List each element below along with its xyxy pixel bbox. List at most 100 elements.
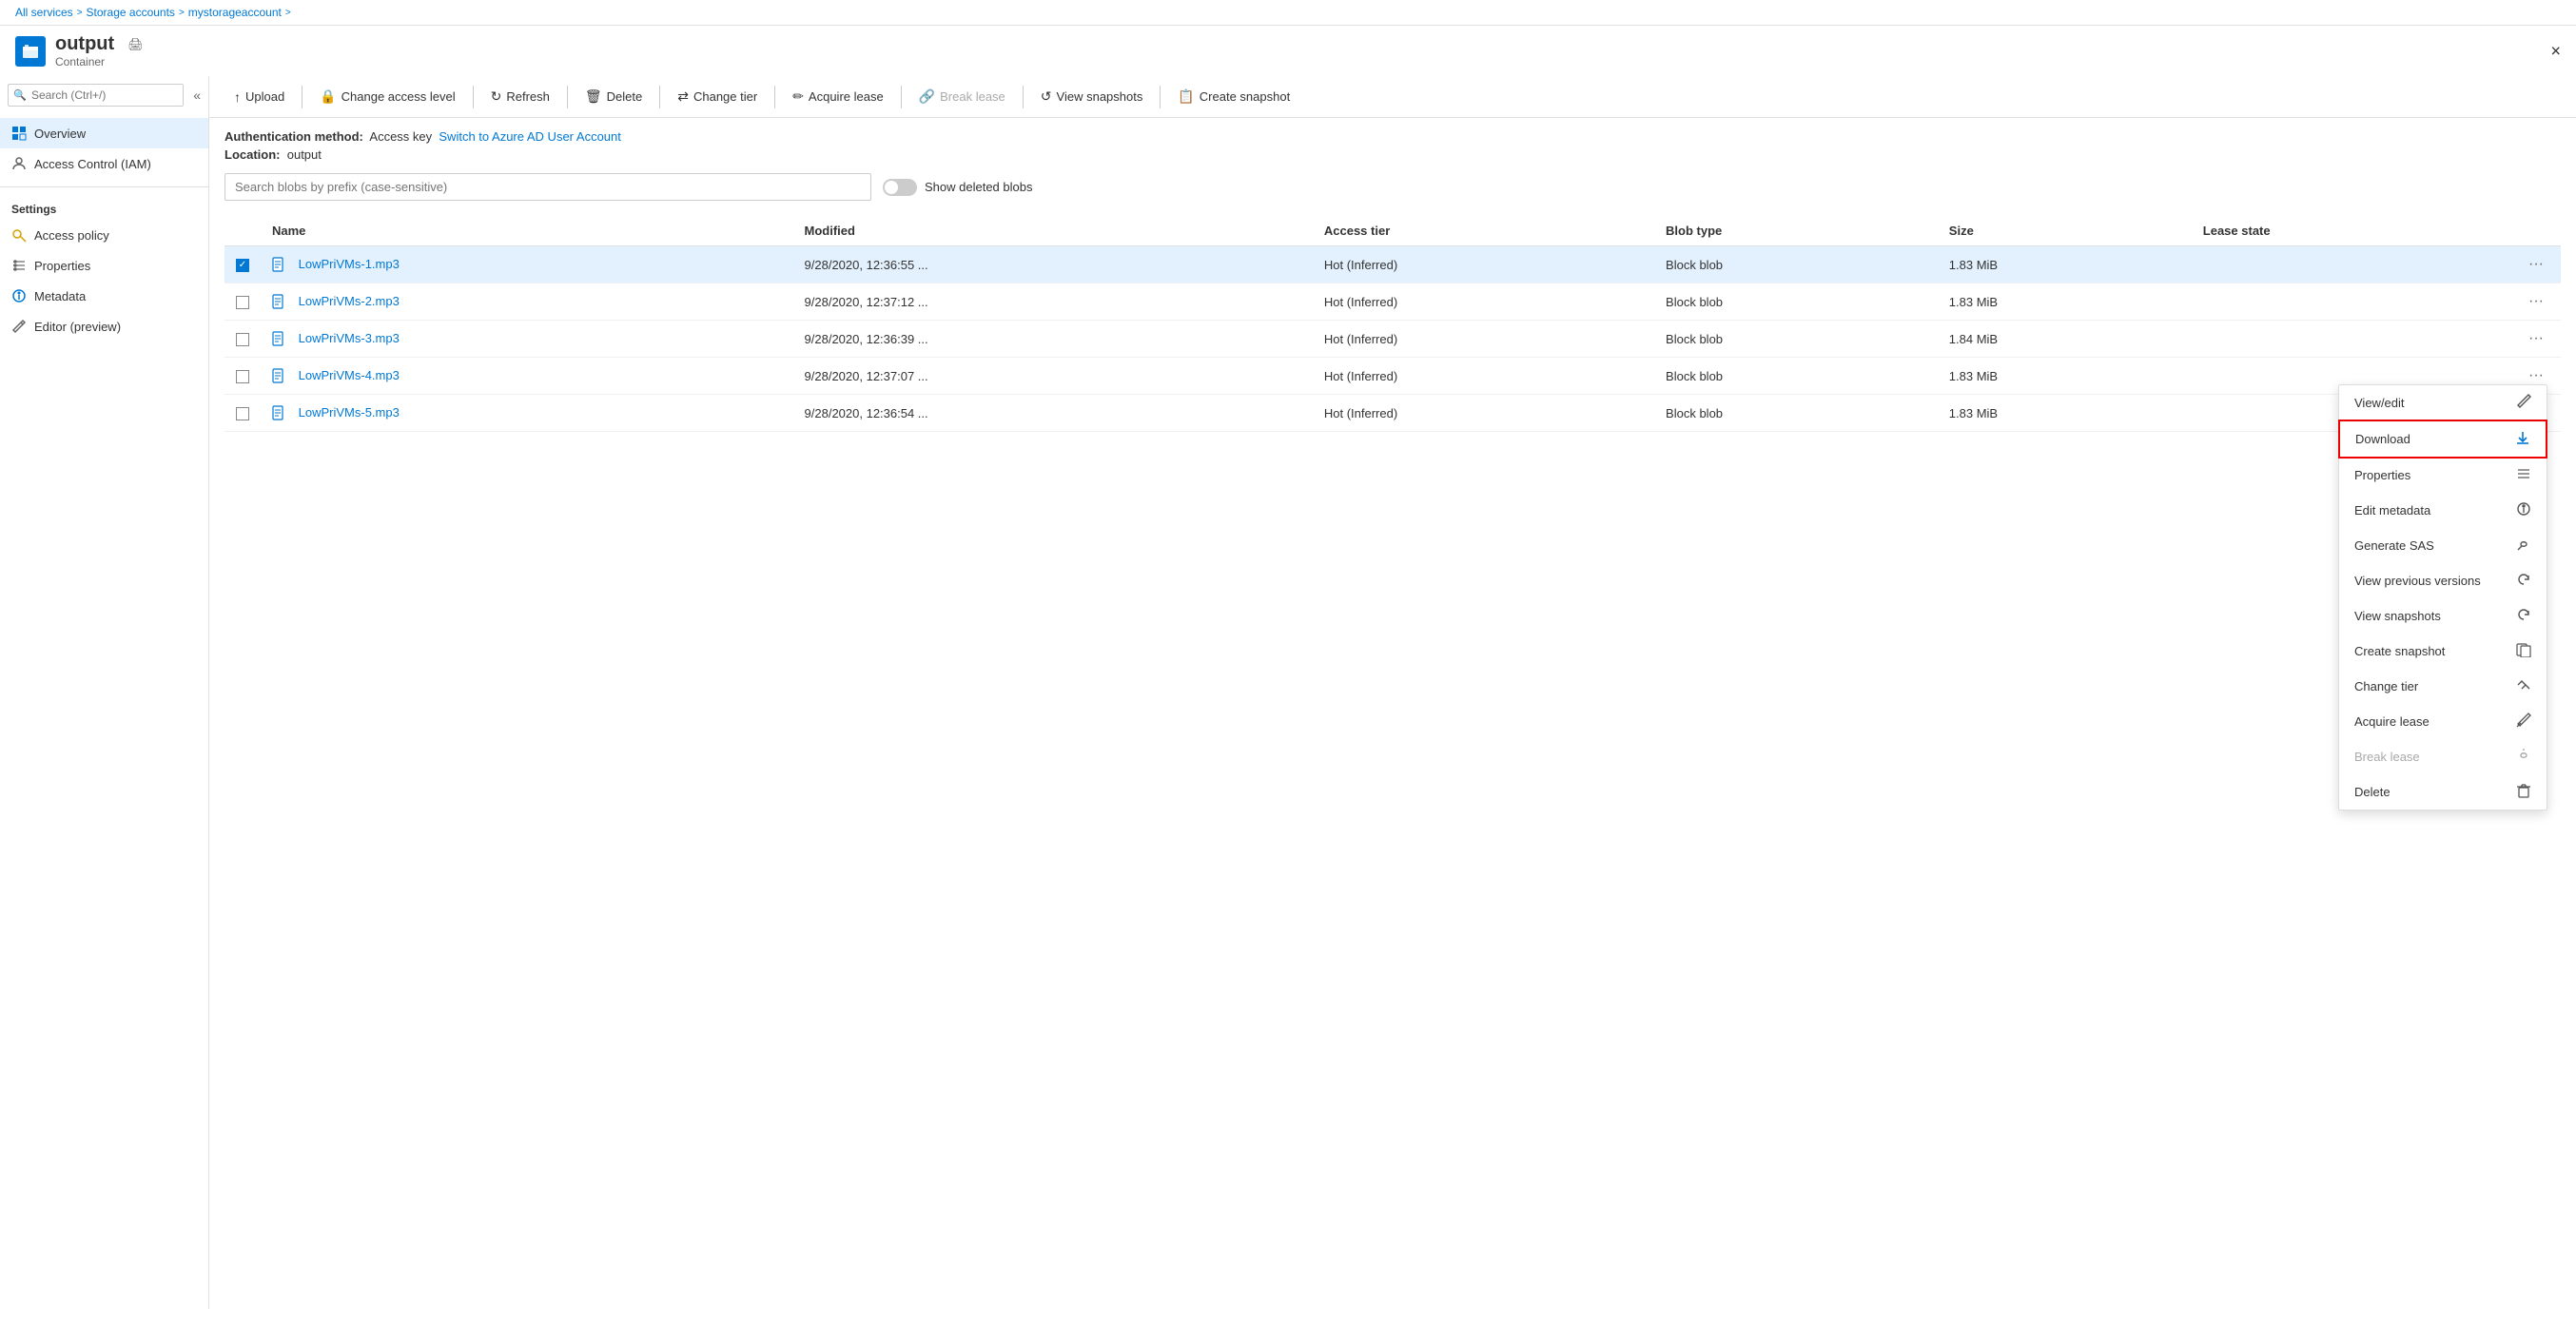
lock-icon: 🔒 <box>320 88 336 105</box>
ctx-label-break-lease: Break lease <box>2354 750 2420 764</box>
row-checkbox-4[interactable] <box>236 407 249 420</box>
change-access-button[interactable]: 🔒 Change access level <box>310 84 464 109</box>
file-name-2[interactable]: LowPriVMs-3.mp3 <box>299 331 400 345</box>
settings-section-label: Settings <box>0 191 208 220</box>
file-icon-0 <box>272 257 293 271</box>
ctx-label-edit-metadata: Edit metadata <box>2354 503 2430 518</box>
col-modified[interactable]: Modified <box>793 216 1313 246</box>
size-1: 1.83 MiB <box>1938 283 2192 321</box>
toolbar: ↑ Upload 🔒 Change access level ↻ Refresh… <box>209 76 2576 118</box>
delete-icon: 🗑 <box>585 88 602 105</box>
lease-state-2 <box>2192 321 2511 358</box>
break-lease-button[interactable]: 🔗 Break lease <box>909 84 1015 109</box>
file-icon-3 <box>272 368 293 382</box>
sidebar-item-editor[interactable]: Editor (preview) <box>0 311 208 342</box>
ctx-item-view-snapshots[interactable]: View snapshots <box>2339 598 2547 634</box>
sidebar-item-overview[interactable]: Overview <box>0 118 208 148</box>
ctx-item-change-tier[interactable]: Change tier <box>2339 669 2547 704</box>
acquire-lease-icon: ✏ <box>792 88 804 105</box>
more-options-2[interactable]: ··· <box>2523 328 2549 349</box>
main-content: ↑ Upload 🔒 Change access level ↻ Refresh… <box>209 76 2576 1309</box>
sidebar-item-properties[interactable]: Properties <box>0 250 208 281</box>
break-lease-icon: 🔗 <box>919 88 935 105</box>
more-options-0[interactable]: ··· <box>2523 254 2549 275</box>
file-name-4[interactable]: LowPriVMs-5.mp3 <box>299 405 400 420</box>
upload-label: Upload <box>245 89 284 104</box>
blob-type-3: Block blob <box>1654 358 1938 395</box>
more-options-1[interactable]: ··· <box>2523 291 2549 312</box>
view-snapshots-button[interactable]: ↺ View snapshots <box>1031 84 1153 109</box>
change-tier-button[interactable]: ⇄ Change tier <box>668 84 767 109</box>
ctx-icon-create-snapshot <box>2516 642 2531 660</box>
file-name-3[interactable]: LowPriVMs-4.mp3 <box>299 368 400 382</box>
ctx-item-download[interactable]: Download <box>2338 420 2547 459</box>
overview-icon <box>11 126 27 141</box>
file-icon-2 <box>272 331 293 345</box>
file-icon-1 <box>272 294 293 308</box>
ctx-item-properties[interactable]: Properties <box>2339 458 2547 493</box>
table-row: LowPriVMs-5.mp3 9/28/2020, 12:36:54 ... … <box>224 395 2561 432</box>
content-area: Authentication method: Access key Switch… <box>209 118 2576 1309</box>
breadcrumb-mystorageaccount[interactable]: mystorageaccount <box>188 6 282 19</box>
col-access-tier[interactable]: Access tier <box>1313 216 1654 246</box>
upload-button[interactable]: ↑ Upload <box>224 85 294 109</box>
sidebar-item-iam[interactable]: Access Control (IAM) <box>0 148 208 179</box>
row-checkbox-1[interactable] <box>236 296 249 309</box>
sidebar: 🔍 « Overview Access Control (IAM) Settin… <box>0 76 209 1309</box>
col-size[interactable]: Size <box>1938 216 2192 246</box>
sidebar-search-input[interactable] <box>8 84 184 107</box>
modified-0: 9/28/2020, 12:36:55 ... <box>793 246 1313 283</box>
context-menu: View/edit Download Properties Edit metad… <box>2338 384 2547 810</box>
ctx-item-edit-metadata[interactable]: Edit metadata <box>2339 493 2547 528</box>
size-4: 1.83 MiB <box>1938 395 2192 432</box>
ctx-item-create-snapshot[interactable]: Create snapshot <box>2339 634 2547 669</box>
more-options-3[interactable]: ··· <box>2523 365 2549 386</box>
ctx-icon-view-snapshots <box>2516 607 2531 625</box>
sidebar-item-access-policy[interactable]: Access policy <box>0 220 208 250</box>
col-name[interactable]: Name <box>261 216 793 246</box>
close-button[interactable]: × <box>2550 41 2561 61</box>
metadata-label: Metadata <box>34 289 86 303</box>
row-checkbox-0[interactable]: ✓ <box>236 259 249 272</box>
sidebar-item-metadata[interactable]: Metadata <box>0 281 208 311</box>
size-3: 1.83 MiB <box>1938 358 2192 395</box>
properties-icon <box>11 258 27 273</box>
col-lease-state[interactable]: Lease state <box>2192 216 2511 246</box>
create-snapshot-button[interactable]: 📋 Create snapshot <box>1168 84 1299 109</box>
breadcrumb-storage-accounts[interactable]: Storage accounts <box>87 6 175 19</box>
iam-icon <box>11 156 27 171</box>
show-deleted-toggle[interactable] <box>883 179 917 196</box>
blob-search-input[interactable] <box>224 173 871 201</box>
auth-method-line: Authentication method: Access key Switch… <box>224 129 2561 144</box>
ctx-item-acquire-lease[interactable]: Acquire lease <box>2339 704 2547 739</box>
switch-auth-link[interactable]: Switch to Azure AD User Account <box>439 129 620 144</box>
create-snapshot-label: Create snapshot <box>1200 89 1290 104</box>
row-checkbox-3[interactable] <box>236 370 249 383</box>
refresh-button[interactable]: ↻ Refresh <box>481 84 559 109</box>
ctx-label-properties: Properties <box>2354 468 2410 482</box>
metadata-icon <box>11 288 27 303</box>
file-icon-4 <box>272 405 293 420</box>
print-icon[interactable]: 🖨 <box>127 37 144 52</box>
iam-label: Access Control (IAM) <box>34 157 151 171</box>
acquire-lease-button[interactable]: ✏ Acquire lease <box>783 84 893 109</box>
ctx-item-view-prev-versions[interactable]: View previous versions <box>2339 563 2547 598</box>
blob-table: Name Modified Access tier Blob type Size… <box>224 216 2561 432</box>
modified-3: 9/28/2020, 12:37:07 ... <box>793 358 1313 395</box>
ctx-icon-view-edit <box>2516 394 2531 412</box>
ctx-item-generate-sas[interactable]: Generate SAS <box>2339 528 2547 563</box>
break-lease-label: Break lease <box>940 89 1005 104</box>
ctx-label-change-tier: Change tier <box>2354 679 2418 693</box>
col-blob-type[interactable]: Blob type <box>1654 216 1938 246</box>
file-name-1[interactable]: LowPriVMs-2.mp3 <box>299 294 400 308</box>
ctx-item-delete[interactable]: Delete <box>2339 774 2547 810</box>
breadcrumb-all-services[interactable]: All services <box>15 6 73 19</box>
access-tier-1: Hot (Inferred) <box>1313 283 1654 321</box>
delete-button[interactable]: 🗑 Delete <box>576 84 652 109</box>
row-checkbox-2[interactable] <box>236 333 249 346</box>
ctx-item-view-edit[interactable]: View/edit <box>2339 385 2547 420</box>
modified-2: 9/28/2020, 12:36:39 ... <box>793 321 1313 358</box>
sidebar-collapse-icon[interactable]: « <box>193 88 201 103</box>
resource-subtitle: Container <box>55 55 144 68</box>
file-name-0[interactable]: LowPriVMs-1.mp3 <box>299 257 400 271</box>
